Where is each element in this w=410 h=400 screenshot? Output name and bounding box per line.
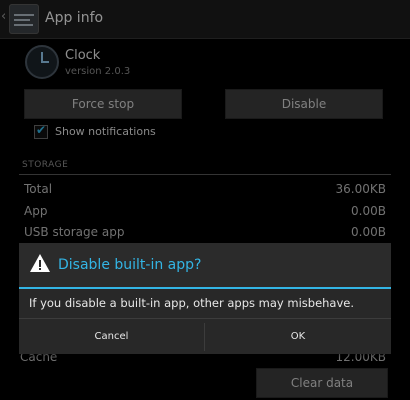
dialog-button-bar: Cancel OK: [19, 318, 391, 355]
cancel-button[interactable]: Cancel: [19, 319, 204, 355]
dialog-header: Disable built-in app?: [19, 243, 391, 287]
ok-button[interactable]: OK: [205, 319, 391, 355]
warning-icon: [30, 254, 50, 272]
dialog-message: If you disable a built-in app, other app…: [29, 296, 355, 310]
dialog-title-divider: [19, 287, 391, 289]
dialog-title: Disable built-in app?: [58, 257, 202, 273]
disable-app-dialog: Disable built-in app? If you disable a b…: [19, 243, 391, 354]
